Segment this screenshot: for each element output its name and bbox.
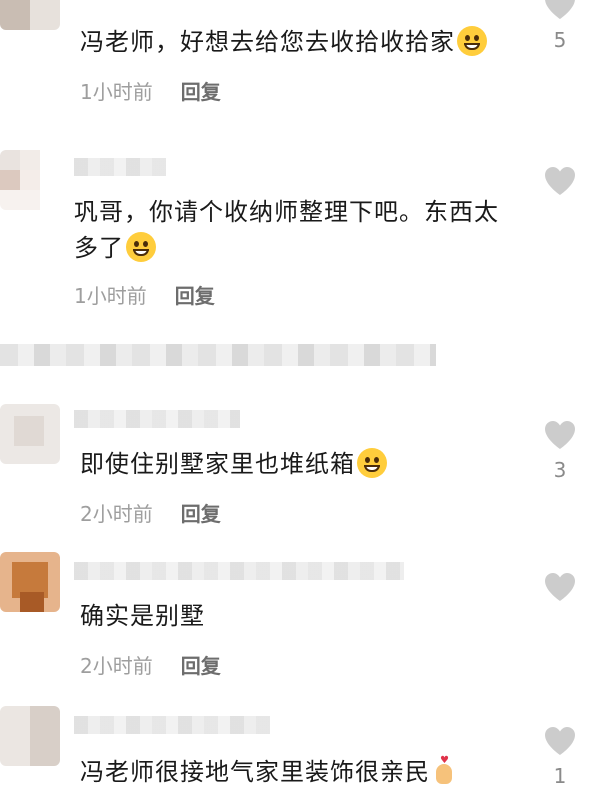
like-count: 3 — [553, 458, 567, 482]
comment-text: 冯老师很接地气家里装饰很亲民 ♥ — [80, 754, 456, 790]
avatar[interactable] — [0, 404, 60, 464]
comment-item: 即使住别墅家里也堆纸箱 2小时前 回复 3 — [0, 396, 600, 536]
like-button[interactable]: 5 — [540, 0, 580, 52]
avatar[interactable] — [0, 150, 60, 210]
comment-time: 2小时前 — [80, 502, 153, 526]
like-button[interactable]: 1 — [540, 726, 580, 788]
comment-time: 1小时前 — [80, 80, 153, 104]
heart-icon — [545, 727, 575, 755]
comment-meta: 2小时前 回复 — [80, 650, 221, 679]
blurred-section — [0, 344, 436, 366]
finger-heart-icon: ♥ — [432, 756, 456, 786]
like-count: 5 — [553, 28, 567, 52]
heart-icon — [545, 167, 575, 195]
comment-text: 即使住别墅家里也堆纸箱 — [80, 446, 387, 482]
like-count: 1 — [553, 764, 567, 788]
grin-face-icon — [357, 448, 387, 478]
reply-button[interactable]: 回复 — [181, 654, 221, 678]
comment-item: 确实是别墅 2小时前 回复 — [0, 552, 600, 692]
comment-time: 2小时前 — [80, 654, 153, 678]
comment-time: 1小时前 — [74, 284, 147, 308]
comment-item: 巩哥，你请个收纳师整理下吧。东西太多了 1小时前 回复 — [0, 150, 600, 330]
comment-meta: 1小时前 回复 — [80, 76, 221, 105]
username[interactable] — [74, 158, 166, 176]
like-button[interactable] — [540, 166, 580, 200]
heart-icon — [545, 0, 575, 19]
like-button[interactable]: 3 — [540, 420, 580, 482]
reply-button[interactable]: 回复 — [175, 284, 215, 308]
username[interactable] — [74, 562, 404, 580]
comment-meta: 2小时前 回复 — [80, 498, 221, 527]
smirk-face-icon — [457, 26, 487, 56]
comment-text: 确实是别墅 — [80, 602, 205, 630]
comment-text: 冯老师，好想去给您去收拾收拾家 — [80, 24, 487, 60]
heart-icon — [545, 421, 575, 449]
username[interactable] — [74, 716, 270, 734]
username[interactable] — [74, 410, 240, 428]
reply-button[interactable]: 回复 — [181, 80, 221, 104]
comment-item: 冯老师，好想去给您去收拾收拾家 1小时前 回复 5 — [0, 0, 600, 120]
rofl-face-icon — [126, 232, 156, 262]
comment-item: 冯老师很接地气家里装饰很亲民 ♥ 1 — [0, 706, 600, 796]
heart-icon — [545, 573, 575, 601]
avatar[interactable] — [0, 0, 60, 30]
avatar[interactable] — [0, 706, 60, 766]
comment-text: 巩哥，你请个收纳师整理下吧。东西太多了 — [74, 198, 499, 262]
like-button[interactable] — [540, 572, 580, 606]
reply-button[interactable]: 回复 — [181, 502, 221, 526]
comment-meta: 1小时前 回复 — [74, 280, 215, 309]
avatar[interactable] — [0, 552, 60, 612]
